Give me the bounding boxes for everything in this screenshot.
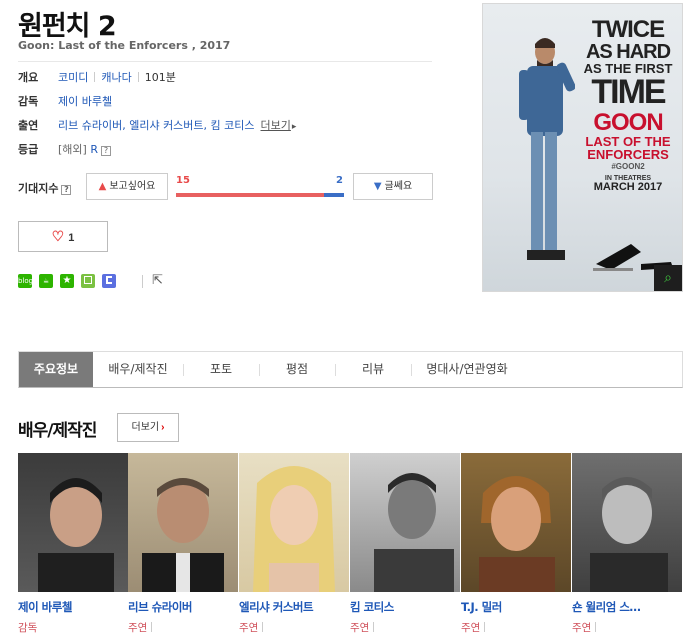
runtime: 101분 [144,71,176,84]
like-button[interactable]: ♡ 1 [18,221,108,252]
separator [151,622,153,632]
help-icon[interactable]: ? [100,146,111,156]
expectation-bar-fill [176,193,325,197]
cast-card[interactable]: 숀 윌리엄 스… 주연 [572,453,682,635]
info-overview: 개요 코미디 캐나다 101분 [18,70,176,86]
cast-card[interactable]: T.J. 밀러 주연 [461,453,571,635]
country-link[interactable]: 캐나다 [101,71,131,84]
blog-icon[interactable]: blog [18,274,33,288]
chevron-right-icon: › [161,422,165,433]
overview-label: 개요 [18,71,39,84]
genre-link[interactable]: 코미디 [58,71,88,84]
separator [262,622,264,632]
separator [373,622,375,632]
cast-role: 주연 [572,620,682,635]
separator [142,275,143,288]
not-sure-button[interactable]: ▼ 글쎄요 [353,173,433,200]
keep-icon[interactable] [102,274,116,288]
info-director: 감독 제이 바루첼 [18,94,112,110]
divider [18,61,432,62]
separator [94,72,96,82]
cast-photo[interactable] [572,453,682,592]
tab-ratings[interactable]: 평점 [259,352,335,387]
movie-title: 원펀치 2 [18,11,117,42]
cast-card[interactable]: 제이 바루첼 감독 [18,453,128,635]
cast-label: 출연 [18,119,39,132]
poster-text: TWICE AS HARD AS THE FIRST TIME GOON LAS… [583,16,673,193]
director-label: 감독 [18,95,39,108]
section-title: 배우/제작진 [18,421,97,441]
cast-links[interactable]: 리브 슈라이버, 엘리샤 커스버트, 킴 코티스 [58,119,255,132]
separator [137,72,139,82]
tab-bar: 주요정보 배우/제작진 포토 평점 리뷰 명대사/연관영화 [18,351,683,388]
tab-main-info[interactable]: 주요정보 [19,352,93,387]
tab-cast-crew[interactable]: 배우/제작진 [93,352,183,387]
rating-region: [해외] [58,143,87,156]
cast-name[interactable]: 리브 슈라이버 [128,599,238,615]
cast-more-link[interactable]: 더보기 [261,119,291,132]
heart-icon: ♡ [51,228,65,244]
cast-photo[interactable] [128,453,238,592]
share-icon[interactable]: ⇱ [152,273,163,288]
info-rating: 등급 [해외] R? [18,142,111,158]
bookmark-icon[interactable]: ★ [60,274,74,288]
info-cast: 출연 리브 슈라이버, 엘리샤 커스버트, 킴 코티스 더보기▸ [18,118,296,134]
cast-more-button[interactable]: 더보기 › [117,413,179,442]
cast-role: 감독 [18,622,38,634]
cast-role: 주연 [350,620,460,635]
director-link[interactable]: 제이 바루첼 [58,95,112,108]
cast-photo[interactable] [350,453,460,592]
cast-photo[interactable] [461,453,571,592]
tab-quotes-related[interactable]: 명대사/연관영화 [411,352,523,387]
cast-name[interactable]: 숀 윌리엄 스… [572,599,682,615]
cast-card[interactable]: 리브 슈라이버 주연 [128,453,238,635]
cast-photo[interactable] [18,453,128,592]
chevron-right-icon: ▸ [291,122,297,132]
memo-icon[interactable] [81,274,95,288]
separator [595,622,597,632]
thumbs-up-icon: ▲ [98,181,107,192]
separator [484,622,486,632]
cast-name[interactable]: 킴 코티스 [350,599,460,615]
cast-name[interactable]: 제이 바루첼 [18,599,128,615]
poster-figure [519,38,575,260]
cast-photo[interactable] [239,453,349,592]
expectation-bar [176,193,344,197]
tab-reviews[interactable]: 리뷰 [335,352,411,387]
want-to-see-button[interactable]: ▲ 보고싶어요 [86,173,168,200]
cast-card[interactable]: 킴 코티스 주연 [350,453,460,635]
cast-role: 주연 [461,620,571,635]
cast-role: 주연 [239,620,349,635]
rating-link[interactable]: R [90,143,98,156]
expectation-panel: 기대지수? ▲ 보고싶어요 15 2 ▼ 글쎄요 [18,173,438,201]
movie-poster[interactable]: TWICE AS HARD AS THE FIRST TIME GOON LAS… [482,3,683,292]
tab-photos[interactable]: 포토 [183,352,259,387]
cast-card[interactable]: 엘리샤 커스버트 주연 [239,453,349,635]
cafe-icon[interactable]: ☕ [39,274,53,288]
cast-name[interactable]: 엘리샤 커스버트 [239,599,349,615]
rating-label: 등급 [18,143,39,156]
cast-role: 주연 [128,620,238,635]
want-count: 15 [176,175,190,186]
expectation-label: 기대지수? [18,180,72,196]
cast-name[interactable]: T.J. 밀러 [461,599,571,615]
movie-original-title: Goon: Last of the Enforcers , 2017 [18,39,231,52]
help-icon[interactable]: ? [61,185,72,195]
meh-count: 2 [336,175,343,186]
thumbs-down-icon: ▼ [373,181,382,192]
zoom-icon[interactable]: ⌕ [654,265,682,291]
